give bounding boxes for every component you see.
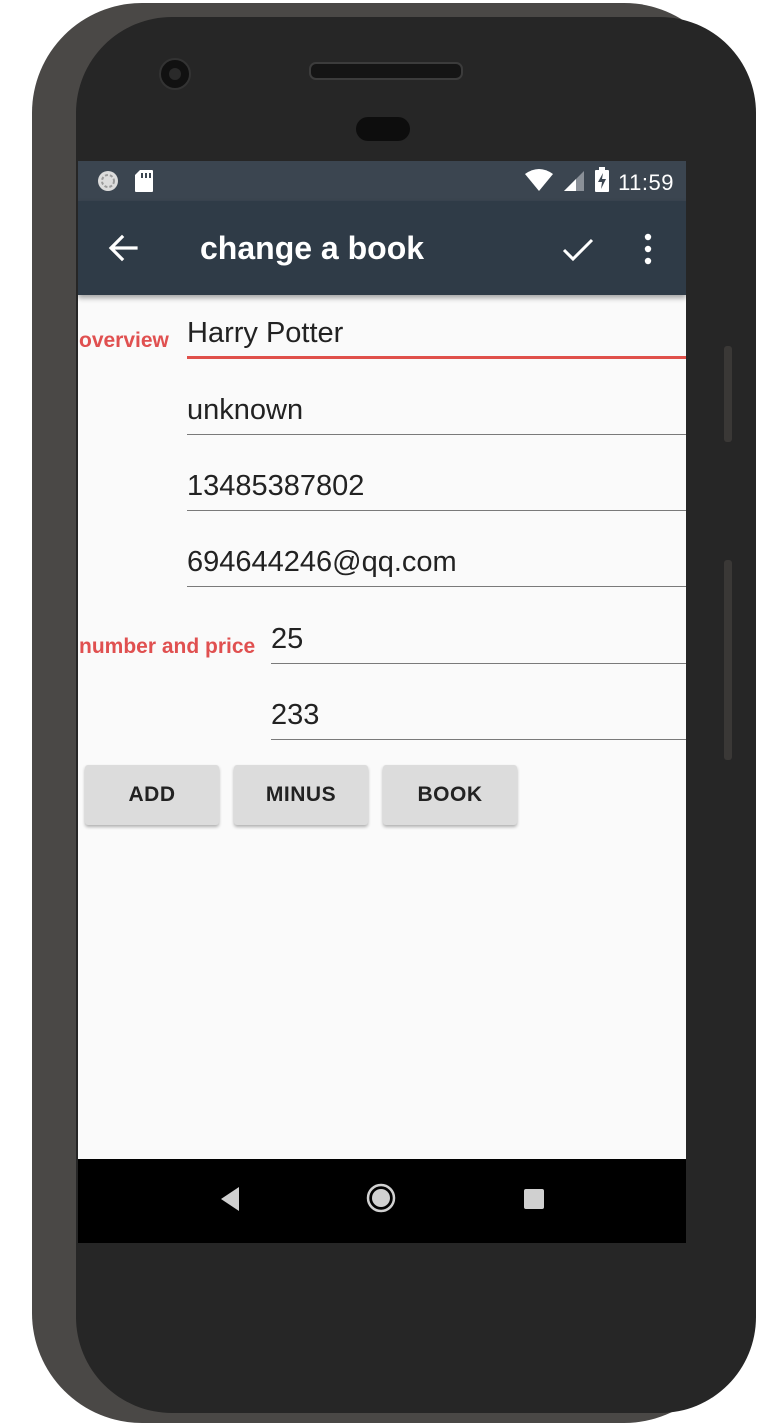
page-title: change a book bbox=[200, 230, 425, 266]
phone-field[interactable]: 13485387802 bbox=[187, 470, 686, 511]
proximity-sensor bbox=[356, 117, 410, 141]
nav-back-icon[interactable] bbox=[218, 1185, 242, 1213]
check-icon[interactable] bbox=[560, 231, 596, 267]
earpiece-speaker bbox=[309, 62, 463, 80]
battery-charging-icon bbox=[594, 167, 610, 198]
volume-button bbox=[724, 346, 732, 442]
number-field[interactable]: 25 bbox=[271, 623, 686, 664]
book-button[interactable]: BOOK bbox=[383, 765, 517, 825]
book-form: overview Harry Potter unknown 1348538780… bbox=[78, 295, 686, 1159]
sd-card-icon bbox=[134, 169, 154, 198]
cell-signal-icon bbox=[562, 168, 586, 197]
email-field[interactable]: 694644246@qq.com bbox=[187, 546, 686, 587]
app-screen: 11:59 change a book overview Harry Potte… bbox=[78, 161, 686, 1243]
status-bar: 11:59 bbox=[78, 161, 686, 201]
navigation-bar bbox=[78, 1159, 686, 1243]
add-button[interactable]: ADD bbox=[85, 765, 219, 825]
more-vert-icon[interactable] bbox=[636, 231, 660, 267]
nav-home-icon[interactable] bbox=[366, 1183, 396, 1213]
author-field[interactable]: unknown bbox=[187, 394, 686, 435]
app-toolbar: change a book bbox=[78, 201, 686, 295]
arrow-back-icon[interactable] bbox=[106, 231, 140, 265]
sync-icon bbox=[96, 169, 120, 198]
overview-label: overview bbox=[79, 329, 169, 352]
price-field[interactable]: 233 bbox=[271, 699, 686, 740]
wifi-icon bbox=[524, 168, 554, 197]
minus-button[interactable]: MINUS bbox=[234, 765, 368, 825]
number-price-label: number and price bbox=[79, 635, 256, 658]
front-camera bbox=[159, 58, 191, 90]
title-field[interactable]: Harry Potter bbox=[187, 317, 686, 359]
nav-recents-icon[interactable] bbox=[524, 1189, 544, 1209]
power-button bbox=[724, 560, 732, 760]
status-clock: 11:59 bbox=[618, 169, 674, 195]
